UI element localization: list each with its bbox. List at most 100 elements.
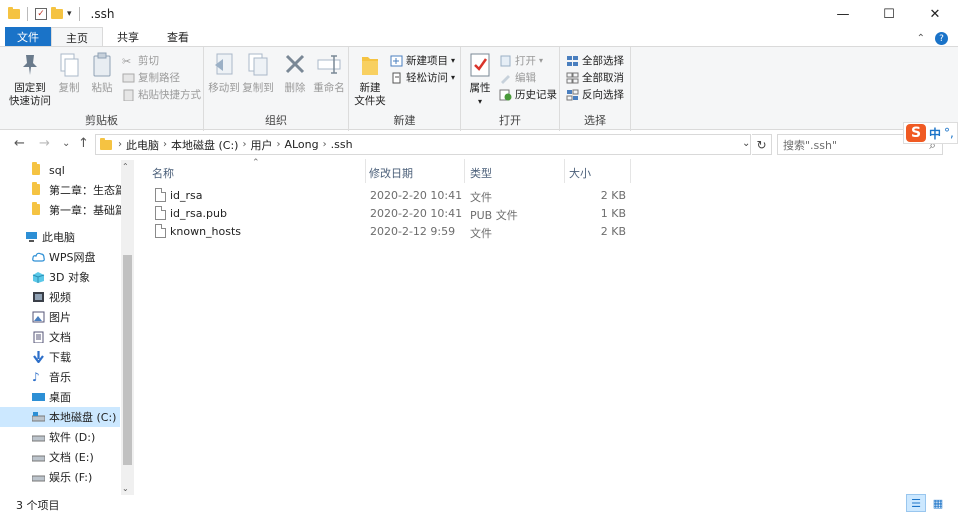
- edit-icon: [499, 72, 512, 84]
- breadcrumb-chevron-icon[interactable]: ›: [118, 139, 122, 150]
- nav-item-drive-f[interactable]: 娱乐 (F:): [0, 467, 120, 487]
- nav-item-sql[interactable]: sql: [0, 160, 120, 180]
- nav-item-wps-drive[interactable]: WPS网盘: [0, 247, 120, 267]
- history-button[interactable]: 历史记录: [499, 87, 557, 102]
- ribbon: 固定到 快速访问 复制 粘贴 ✂ 剪切 复制路径 粘贴快捷方式 剪贴板 移动到 …: [0, 46, 958, 131]
- collapse-ribbon-icon[interactable]: ⌃: [917, 33, 925, 44]
- nav-item-label: 音乐: [49, 371, 71, 384]
- nav-item-label: sql: [49, 163, 65, 177]
- open-button[interactable]: 打开 ▾: [499, 53, 543, 68]
- tab-share[interactable]: 共享: [103, 27, 153, 47]
- breadcrumb-chevron-icon[interactable]: ›: [323, 139, 327, 150]
- new-folder-icon[interactable]: [51, 7, 63, 19]
- ime-mode-indicator[interactable]: 中: [929, 125, 941, 142]
- rename-button[interactable]: 重命名: [312, 51, 346, 95]
- minimize-button[interactable]: —: [820, 0, 866, 28]
- nav-item-3d-objects[interactable]: 3D 对象: [0, 267, 120, 287]
- select-none-button[interactable]: 全部取消: [566, 70, 624, 85]
- address-history-dropdown[interactable]: ⌄: [742, 138, 750, 149]
- nav-item-music[interactable]: ♪ 音乐: [0, 367, 120, 387]
- file-modified: 2020-2-20 10:41: [370, 207, 463, 220]
- nav-item-documents[interactable]: 文档: [0, 327, 120, 347]
- breadcrumb-chevron-icon[interactable]: ›: [163, 139, 167, 150]
- nav-item-videos[interactable]: 视频: [0, 287, 120, 307]
- nav-item-desktop[interactable]: 桌面: [0, 387, 120, 407]
- file-name: id_rsa: [170, 189, 203, 202]
- rename-label: 重命名: [313, 82, 345, 94]
- copy-button[interactable]: 复制: [55, 51, 83, 95]
- table-row[interactable]: id_rsa.pub 2020-2-20 10:41 PUB 文件 1 KB: [148, 205, 630, 223]
- scroll-down-icon[interactable]: ⌄: [122, 484, 129, 493]
- file-type: PUB 文件: [470, 209, 518, 222]
- nav-item-drive-e[interactable]: 文档 (E:): [0, 447, 120, 467]
- help-icon[interactable]: ?: [935, 32, 948, 45]
- column-header-modified[interactable]: 修改日期: [354, 161, 454, 185]
- scrollbar-thumb[interactable]: [123, 255, 132, 465]
- forward-button[interactable]: →: [39, 136, 50, 151]
- copy-to-button[interactable]: 复制到: [242, 51, 274, 95]
- copy-label: 复制: [58, 82, 80, 94]
- ime-punctuation-indicator[interactable]: °,: [944, 126, 954, 140]
- properties-check-icon[interactable]: ✓: [35, 8, 47, 20]
- cut-button[interactable]: ✂ 剪切: [122, 53, 159, 68]
- delete-button[interactable]: 删除: [282, 51, 308, 95]
- scroll-up-icon[interactable]: ⌃: [122, 162, 129, 171]
- breadcrumb-ssh[interactable]: .ssh: [331, 138, 353, 151]
- new-item-button[interactable]: 新建项目 ▾: [390, 53, 455, 68]
- column-header-type[interactable]: 类型: [455, 161, 555, 185]
- tab-view[interactable]: 查看: [153, 27, 203, 47]
- up-button[interactable]: ↑: [78, 136, 89, 151]
- cube-icon: [32, 271, 45, 283]
- back-button[interactable]: ←: [14, 136, 25, 151]
- edit-button[interactable]: 编辑: [499, 70, 536, 85]
- breadcrumb-along[interactable]: ALong: [284, 138, 318, 151]
- breadcrumb-local-disk-c[interactable]: 本地磁盘 (C:): [171, 137, 238, 153]
- copy-path-button[interactable]: 复制路径: [122, 70, 180, 85]
- column-divider[interactable]: [630, 159, 631, 183]
- search-input[interactable]: 搜索".ssh": [783, 137, 837, 153]
- breadcrumb-users[interactable]: 用户: [250, 137, 272, 153]
- pin-quick-access-button[interactable]: 固定到 快速访问: [9, 51, 51, 108]
- details-view-button[interactable]: ☰: [906, 494, 926, 512]
- nav-item-label: 图片: [49, 311, 71, 324]
- file-name: id_rsa.pub: [170, 207, 227, 220]
- select-all-button[interactable]: 全部选择: [566, 53, 624, 68]
- nav-item-this-pc[interactable]: 此电脑: [0, 227, 120, 247]
- nav-item-downloads[interactable]: 下载: [0, 347, 120, 367]
- copy-path-label: 复制路径: [138, 72, 180, 84]
- maximize-button[interactable]: ☐: [866, 0, 912, 28]
- breadcrumb-chevron-icon[interactable]: ›: [242, 139, 246, 150]
- properties-button[interactable]: 属性 ▾: [466, 51, 494, 108]
- address-bar[interactable]: › 此电脑 › 本地磁盘 (C:) › 用户 › ALong › .ssh: [95, 134, 751, 155]
- nav-item-pictures[interactable]: 图片: [0, 307, 120, 327]
- folder-icon: [8, 7, 20, 19]
- nav-item-chapter-2[interactable]: 第二章：生态篇: [0, 180, 126, 200]
- tab-file[interactable]: 文件: [5, 27, 51, 47]
- close-button[interactable]: ✕: [912, 0, 958, 28]
- breadcrumb-chevron-icon[interactable]: ›: [276, 139, 280, 150]
- ime-toolbar[interactable]: S 中 °,: [903, 122, 958, 144]
- refresh-button[interactable]: ↻: [752, 134, 772, 155]
- new-item-icon: [390, 55, 403, 67]
- column-header-name[interactable]: 名称 ⌃: [137, 158, 365, 185]
- new-group: 新建 文件夹 新建项目 ▾ 轻松访问 ▾ 新建: [349, 47, 461, 131]
- column-header-size[interactable]: 大小: [554, 161, 624, 185]
- new-folder-button[interactable]: 新建 文件夹: [353, 51, 387, 108]
- customize-toolbar-dropdown[interactable]: ▾: [67, 9, 72, 19]
- navigation-scrollbar[interactable]: ⌃ ⌄: [121, 160, 134, 495]
- nav-item-local-disk-c[interactable]: 本地磁盘 (C:): [0, 407, 120, 427]
- column-header-label: 大小: [569, 167, 591, 180]
- easy-access-button[interactable]: 轻松访问 ▾: [390, 70, 455, 85]
- table-row[interactable]: id_rsa 2020-2-20 10:41 文件 2 KB: [148, 187, 630, 205]
- breadcrumb-this-pc[interactable]: 此电脑: [126, 137, 159, 153]
- recent-locations-button[interactable]: ⌄: [62, 138, 70, 149]
- table-row[interactable]: known_hosts 2020-2-12 9:59 文件 2 KB: [148, 223, 630, 241]
- move-to-button[interactable]: 移动到: [208, 51, 240, 95]
- paste-shortcut-button[interactable]: 粘贴快捷方式: [122, 87, 201, 102]
- paste-button[interactable]: 粘贴: [88, 51, 116, 95]
- large-icons-view-button[interactable]: ▦: [928, 494, 948, 512]
- tab-home[interactable]: 主页: [51, 27, 103, 47]
- invert-selection-button[interactable]: 反向选择: [566, 87, 624, 102]
- nav-item-drive-d[interactable]: 软件 (D:): [0, 427, 120, 447]
- nav-item-chapter-1[interactable]: 第一章：基础篇: [0, 200, 126, 220]
